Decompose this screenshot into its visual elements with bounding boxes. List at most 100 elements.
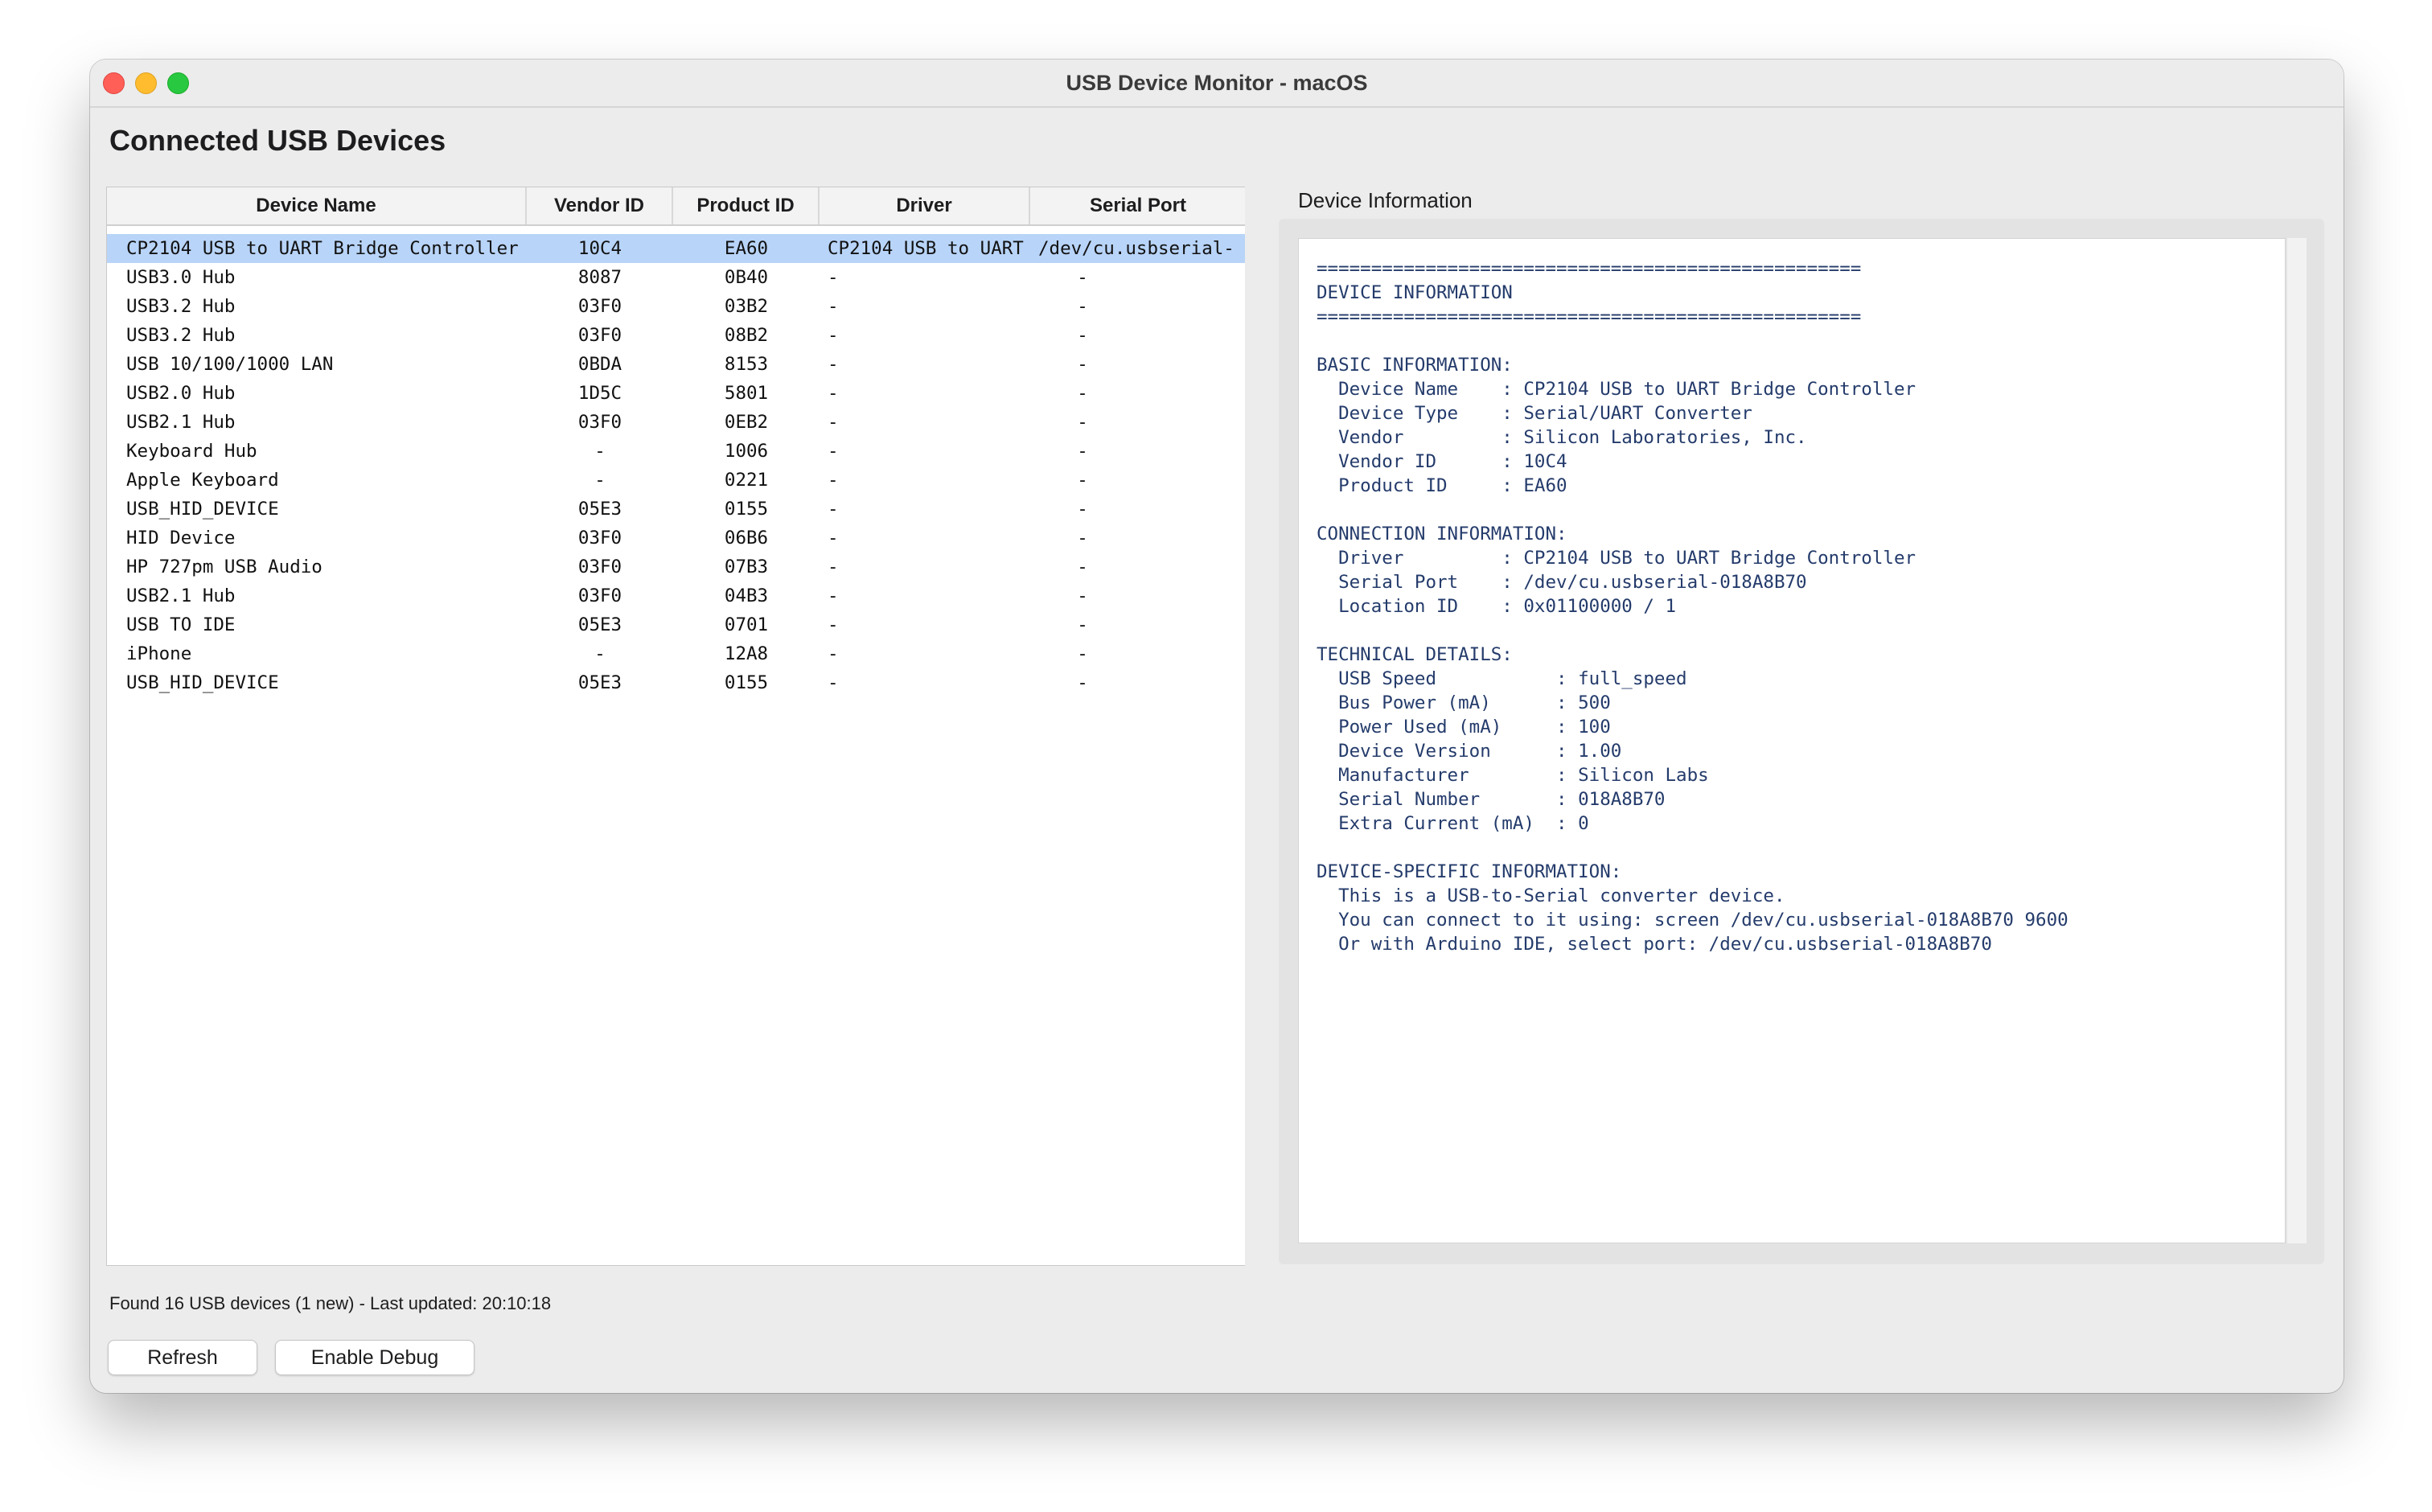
- cell-serial-port: -: [1077, 296, 1088, 317]
- cell-driver: -: [828, 470, 839, 491]
- column-header-driver[interactable]: Driver: [820, 187, 1030, 224]
- column-header-serial-port[interactable]: Serial Port: [1030, 187, 1246, 224]
- info-scrollbar[interactable]: [2287, 238, 2307, 1243]
- table-row[interactable]: Keyboard Hub - 1006 - -: [107, 437, 1246, 466]
- cell-driver: -: [828, 441, 839, 462]
- table-row[interactable]: HID Device 03F0 06B6 - -: [107, 524, 1246, 553]
- cell-vendor-id: -: [594, 470, 606, 491]
- cell-device-name: Apple Keyboard: [126, 470, 279, 491]
- table-row[interactable]: USB2.0 Hub 1D5C 5801 - -: [107, 379, 1246, 408]
- refresh-button[interactable]: Refresh: [108, 1340, 257, 1375]
- cell-device-name: HID Device: [126, 528, 236, 549]
- cell-vendor-id: 05E3: [577, 499, 622, 520]
- cell-product-id: 0EB2: [724, 412, 769, 433]
- cell-product-id: 03B2: [724, 296, 769, 317]
- table-row[interactable]: CP2104 USB to UART Bridge Controller 10C4…: [107, 234, 1246, 263]
- column-header-device-name[interactable]: Device Name: [107, 187, 527, 224]
- cell-driver: -: [828, 672, 839, 693]
- cell-device-name: USB3.2 Hub: [126, 296, 236, 317]
- cell-product-id: 1006: [724, 441, 769, 462]
- cell-vendor-id: 03F0: [577, 528, 622, 549]
- cell-vendor-id: 03F0: [577, 585, 622, 606]
- cell-serial-port: -: [1077, 614, 1088, 635]
- cell-serial-port: -: [1077, 528, 1088, 549]
- device-table: Device Name Vendor ID Product ID Driver …: [106, 187, 1247, 1266]
- cell-product-id: 0155: [724, 672, 769, 693]
- cell-product-id: EA60: [724, 238, 769, 259]
- cell-driver: -: [828, 528, 839, 549]
- cell-vendor-id: 05E3: [577, 672, 622, 693]
- title-bar: USB Device Monitor - macOS: [90, 60, 2344, 108]
- cell-driver: -: [828, 643, 839, 664]
- enable-debug-button[interactable]: Enable Debug: [275, 1340, 474, 1375]
- table-row[interactable]: USB3.2 Hub 03F0 03B2 - -: [107, 292, 1246, 321]
- cell-product-id: 07B3: [724, 557, 769, 577]
- cell-product-id: 8153: [724, 354, 769, 375]
- cell-driver: -: [828, 383, 839, 404]
- cell-serial-port: -: [1077, 557, 1088, 577]
- cell-serial-port: -: [1077, 383, 1088, 404]
- table-scrollbar[interactable]: [1245, 187, 1264, 1266]
- cell-device-name: USB TO IDE: [126, 614, 236, 635]
- cell-serial-port: -: [1077, 325, 1088, 346]
- cell-product-id: 06B6: [724, 528, 769, 549]
- cell-vendor-id: 10C4: [577, 238, 622, 259]
- table-row[interactable]: USB_HID_DEVICE 05E3 0155 - -: [107, 668, 1246, 697]
- cell-vendor-id: 8087: [577, 267, 622, 288]
- cell-product-id: 0221: [724, 470, 769, 491]
- device-information-label: Device Information: [1298, 188, 1473, 212]
- window-title: USB Device Monitor - macOS: [1066, 71, 1368, 95]
- cell-driver: -: [828, 499, 839, 520]
- cell-driver: -: [828, 354, 839, 375]
- table-row[interactable]: USB3.0 Hub 8087 0B40 - -: [107, 263, 1246, 292]
- status-text: Found 16 USB devices (1 new) - Last upda…: [109, 1293, 552, 1313]
- cell-serial-port: -: [1077, 643, 1088, 664]
- cell-driver: -: [828, 412, 839, 433]
- column-header-product-id[interactable]: Product ID: [673, 187, 820, 224]
- cell-vendor-id: 03F0: [577, 296, 622, 317]
- table-row[interactable]: USB3.2 Hub 03F0 08B2 - -: [107, 321, 1246, 350]
- cell-vendor-id: 05E3: [577, 614, 622, 635]
- cell-product-id: 12A8: [724, 643, 769, 664]
- cell-device-name: CP2104 USB to UART Bridge Controller: [126, 238, 519, 259]
- cell-vendor-id: 1D5C: [577, 383, 622, 404]
- app-window: USB Device Monitor - macOS Connected USB…: [90, 60, 2344, 1393]
- cell-serial-port: -: [1077, 412, 1088, 433]
- table-row[interactable]: HP 727pm USB Audio 03F0 07B3 - -: [107, 553, 1246, 581]
- cell-vendor-id: 03F0: [577, 557, 622, 577]
- cell-vendor-id: -: [594, 441, 606, 462]
- cell-device-name: USB 10/100/1000 LAN: [126, 354, 334, 375]
- cell-device-name: iPhone: [126, 643, 192, 664]
- table-row[interactable]: iPhone - 12A8 - -: [107, 639, 1246, 668]
- cell-serial-port: /dev/cu.usbserial-: [1038, 238, 1234, 259]
- cell-product-id: 5801: [724, 383, 769, 404]
- cell-driver: CP2104 USB to UART: [828, 238, 1024, 259]
- table-row[interactable]: USB2.1 Hub 03F0 0EB2 - -: [107, 408, 1246, 437]
- cell-driver: -: [828, 557, 839, 577]
- cell-serial-port: -: [1077, 470, 1088, 491]
- cell-serial-port: -: [1077, 585, 1088, 606]
- cell-device-name: USB3.2 Hub: [126, 325, 236, 346]
- cell-vendor-id: 0BDA: [577, 354, 622, 375]
- cell-product-id: 08B2: [724, 325, 769, 346]
- device-information-text[interactable]: ========================================…: [1298, 238, 2286, 1243]
- table-row[interactable]: USB2.1 Hub 03F0 04B3 - -: [107, 581, 1246, 610]
- table-row[interactable]: USB 10/100/1000 LAN 0BDA 8153 - -: [107, 350, 1246, 379]
- cell-serial-port: -: [1077, 267, 1088, 288]
- cell-serial-port: -: [1077, 441, 1088, 462]
- table-row[interactable]: USB TO IDE 05E3 0701 - -: [107, 610, 1246, 639]
- cell-serial-port: -: [1077, 499, 1088, 520]
- table-row[interactable]: USB_HID_DEVICE 05E3 0155 - -: [107, 495, 1246, 524]
- cell-driver: -: [828, 614, 839, 635]
- table-row[interactable]: Apple Keyboard - 0221 - -: [107, 466, 1246, 495]
- cell-vendor-id: 03F0: [577, 325, 622, 346]
- cell-driver: -: [828, 585, 839, 606]
- cell-serial-port: -: [1077, 354, 1088, 375]
- column-header-vendor-id[interactable]: Vendor ID: [527, 187, 673, 224]
- cell-driver: -: [828, 296, 839, 317]
- cell-device-name: Keyboard Hub: [126, 441, 257, 462]
- cell-vendor-id: -: [594, 643, 606, 664]
- table-body: CP2104 USB to UART Bridge Controller 10C4…: [107, 234, 1246, 697]
- cell-device-name: USB_HID_DEVICE: [126, 672, 279, 693]
- page-title: Connected USB Devices: [109, 124, 446, 157]
